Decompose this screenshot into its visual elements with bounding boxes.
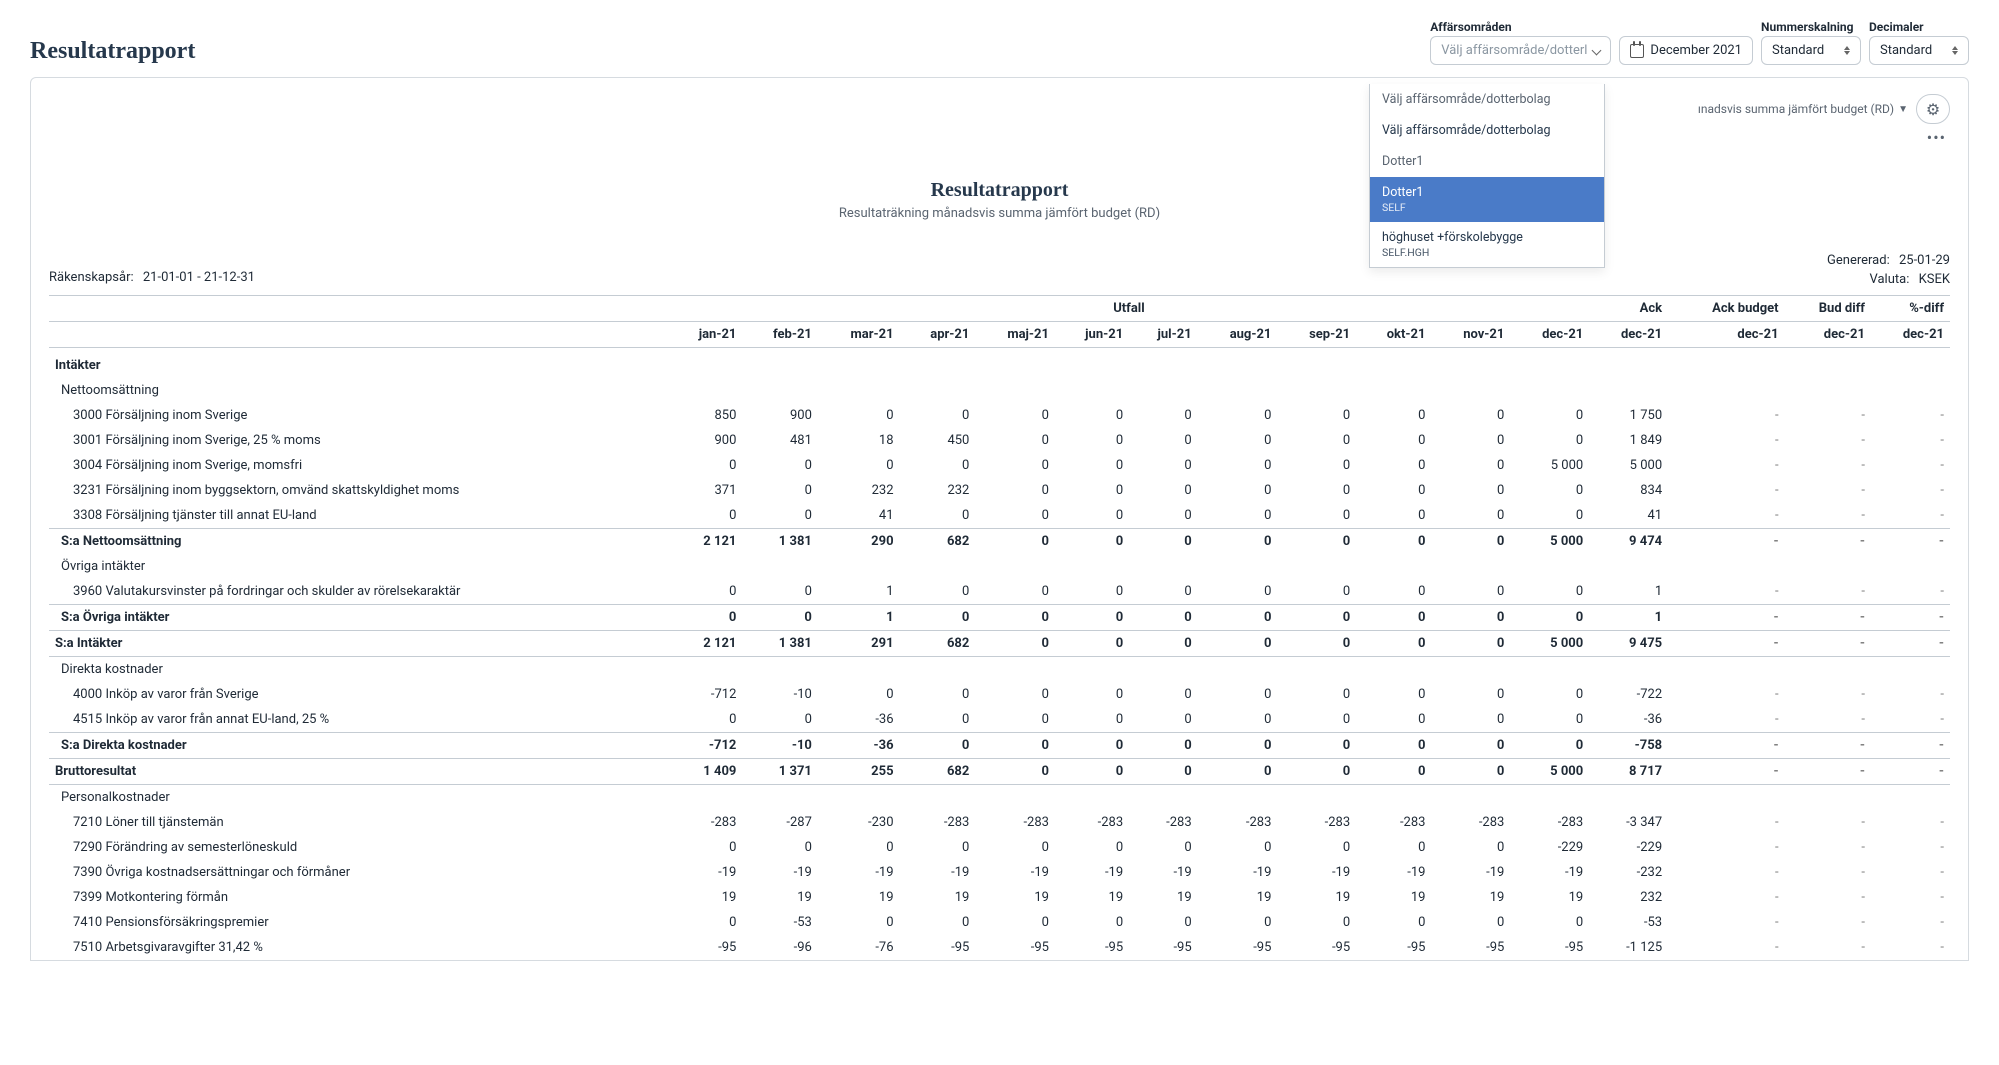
table-row: 3004 Försäljning inom Sverige, momsfri00… (49, 453, 1950, 478)
table-row: 3960 Valutakursvinster på fordringar och… (49, 579, 1950, 605)
table-row: 7290 Förändring av semesterlöneskuld0000… (49, 835, 1950, 860)
period-value-text: 21-01-01 - 21-12-31 (143, 270, 255, 285)
period-select[interactable]: December 2021 (1619, 36, 1753, 65)
report-table: Utfall Ack Ack budget Bud diff %-diff ja… (49, 295, 1950, 960)
settings-button[interactable]: ⚙ (1916, 94, 1950, 124)
areas-select[interactable]: Välj affärsområde/dotterl (1430, 36, 1611, 65)
decimals-select[interactable]: Standard (1869, 36, 1969, 65)
dd-choose[interactable]: Välj affärsområde/dotterbolag (1370, 115, 1604, 146)
areas-placeholder: Välj affärsområde/dotterl (1441, 43, 1587, 58)
sort-icon (1952, 46, 1958, 55)
generated-label: Genererad: (1827, 253, 1890, 268)
scaling-value: Standard (1772, 43, 1824, 58)
colgroup-pctdiff: %-diff (1871, 296, 1950, 322)
chevron-down-icon: ▼ (1898, 104, 1908, 115)
table-row: 7510 Arbetsgivaravgifter 31,42 %-95-96-7… (49, 935, 1950, 960)
report-subtitle: Resultaträkning månadsvis summa jämfört … (49, 206, 1950, 221)
areas-dropdown[interactable]: Välj affärsområde/dotterbolag Välj affär… (1369, 84, 1605, 268)
scaling-select[interactable]: Standard (1761, 36, 1861, 65)
table-row: 7410 Pensionsförsäkringspremier0-5300000… (49, 910, 1950, 935)
period-label: Räkenskapsår: (49, 270, 134, 285)
areas-label: Affärsområden (1430, 20, 1511, 34)
table-row: S:a Direkta kostnader-712-10-36000000000… (49, 733, 1950, 759)
sort-icon (1844, 46, 1850, 55)
page-title: Resultatrapport (30, 38, 1422, 65)
colgroup-ack: Ack (1589, 296, 1668, 322)
table-row: 7210 Löner till tjänstemän-283-287-230-2… (49, 810, 1950, 835)
colgroup-buddiff: Bud diff (1785, 296, 1871, 322)
report-sheet: ınadsvis summa jämfört budget (RD) ▼ ⚙ •… (30, 77, 1969, 961)
currency-label: Valuta: (1869, 272, 1909, 287)
table-row: S:a Övriga intäkter0010000000001--- (49, 605, 1950, 631)
table-row: Bruttoresultat1 4091 37125568200000005 0… (49, 759, 1950, 785)
dd-group: Dotter1 (1370, 146, 1604, 177)
table-row: Övriga intäkter (49, 554, 1950, 579)
table-row: 4515 Inköp av varor från annat EU-land, … (49, 707, 1950, 733)
dd-header: Välj affärsområde/dotterbolag (1370, 84, 1604, 115)
table-row: Direkta kostnader (49, 657, 1950, 683)
calendar-icon (1630, 44, 1644, 58)
table-row: 4000 Inköp av varor från Sverige-712-100… (49, 682, 1950, 707)
view-select-label: ınadsvis summa jämfört budget (RD) (1698, 102, 1894, 116)
decimals-value: Standard (1880, 43, 1932, 58)
report-title: Resultatrapport (49, 179, 1950, 202)
table-row: 3000 Försäljning inom Sverige85090000000… (49, 403, 1950, 428)
more-menu[interactable]: ••• (1923, 126, 1950, 149)
gear-icon: ⚙ (1926, 100, 1940, 119)
table-row: 3308 Försäljning tjänster till annat EU-… (49, 503, 1950, 529)
view-select[interactable]: ınadsvis summa jämfört budget (RD) ▼ (1698, 102, 1908, 116)
dd-item[interactable]: höghuset +förskolebyggeSELF.HGH (1370, 222, 1604, 267)
table-row: 3231 Försäljning inom byggsektorn, omvän… (49, 478, 1950, 503)
colgroup-ackbudget: Ack budget (1668, 296, 1784, 322)
table-row: S:a Intäkter2 1211 38129168200000005 000… (49, 631, 1950, 657)
table-row: Intäkter (49, 348, 1950, 379)
generated-value: 25-01-29 (1899, 253, 1950, 268)
table-row: 3001 Försäljning inom Sverige, 25 % moms… (49, 428, 1950, 453)
decimals-label: Decimaler (1869, 20, 1924, 34)
period-value: December 2021 (1650, 43, 1742, 58)
table-row: Personalkostnader (49, 785, 1950, 811)
header-months-row: jan-21feb-21mar-21 apr-21maj-21jun-21 ju… (49, 322, 1950, 348)
dd-item[interactable]: Dotter1SELF (1370, 177, 1604, 222)
currency-value: KSEK (1919, 272, 1950, 287)
table-row: S:a Nettoomsättning2 1211 38129068200000… (49, 529, 1950, 555)
scaling-label: Nummerskalning (1761, 20, 1854, 34)
table-row: 7399 Motkontering förmån1919191919191919… (49, 885, 1950, 910)
colgroup-utfall: Utfall (669, 296, 1590, 322)
table-row: 7390 Övriga kostnadsersättningar och för… (49, 860, 1950, 885)
table-row: Nettoomsättning (49, 378, 1950, 403)
